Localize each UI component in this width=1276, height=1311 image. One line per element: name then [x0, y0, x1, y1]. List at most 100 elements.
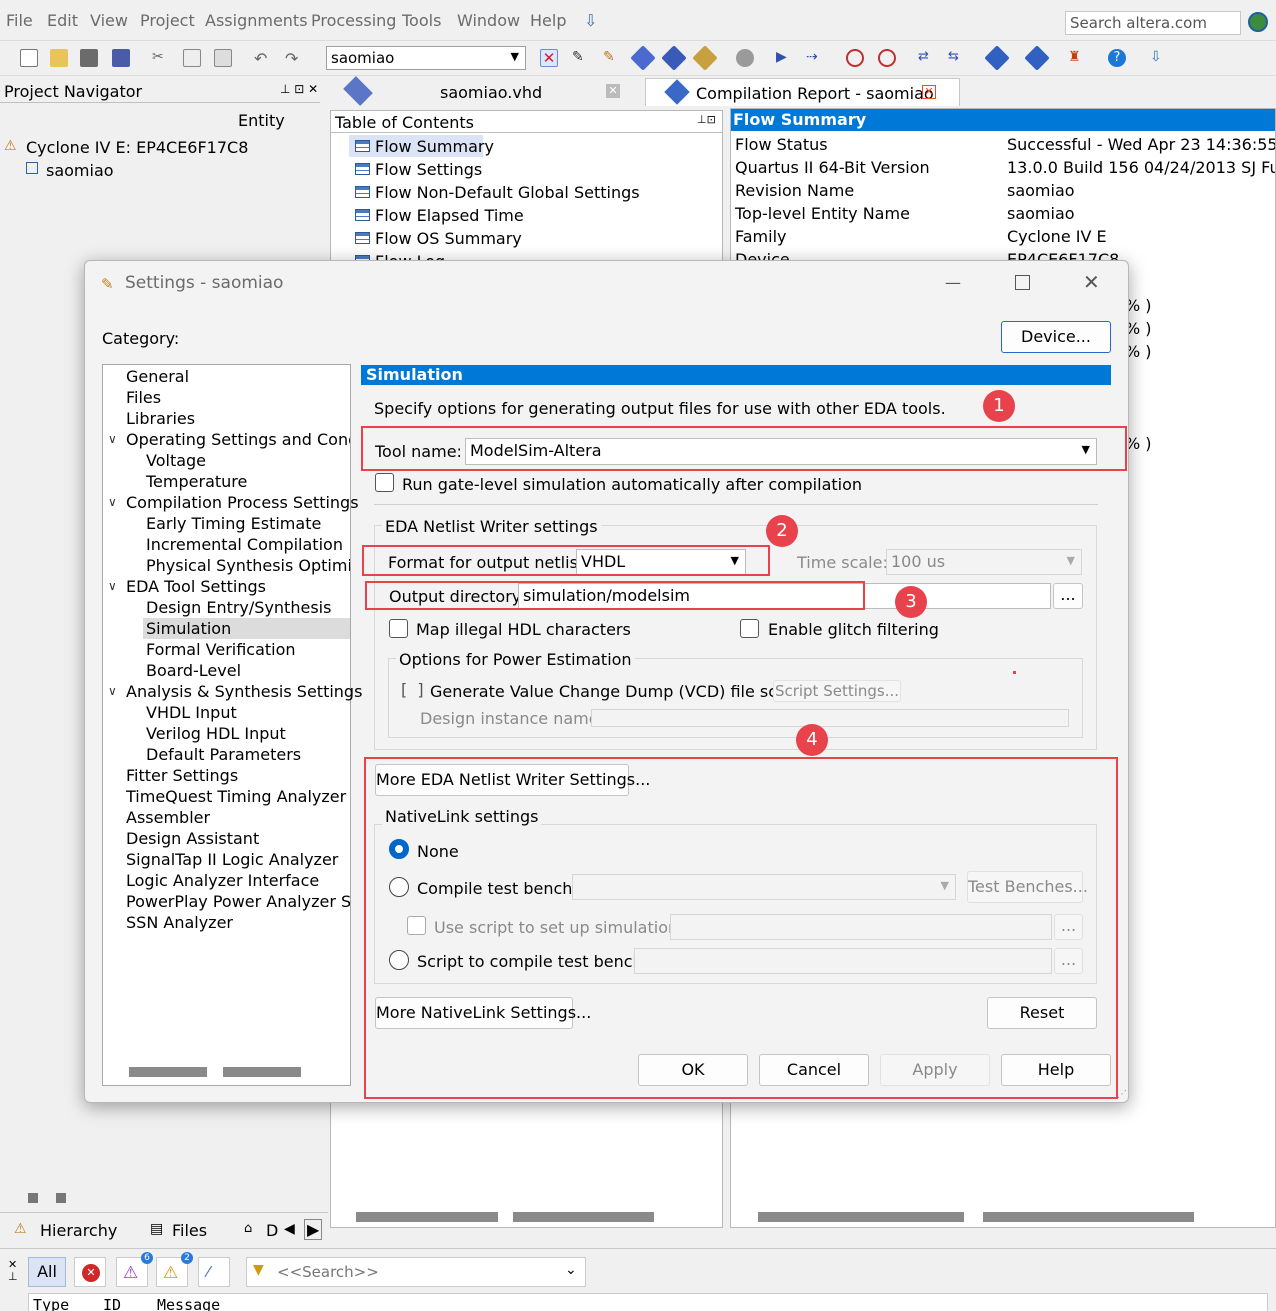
tab-saomiao-vhd[interactable]: saomiao.vhd ✕: [328, 76, 638, 106]
minimize-icon[interactable]: —: [945, 273, 961, 292]
tree-item-simulation[interactable]: Simulation: [146, 619, 231, 638]
menu-file[interactable]: File: [6, 11, 33, 30]
analysis-icon[interactable]: [661, 45, 687, 71]
rtl-viewer-icon[interactable]: ⇄: [918, 49, 936, 67]
pin-icon[interactable]: ⊥ ⊡ ✕: [280, 82, 318, 96]
tab-scroll-right-icon[interactable]: ▶: [304, 1219, 323, 1240]
tree-item-compilation-process[interactable]: Compilation Process Settings: [126, 493, 359, 512]
scrollbar[interactable]: [758, 1212, 964, 1222]
filter-error-button[interactable]: ✕: [74, 1257, 106, 1287]
new-icon[interactable]: [20, 49, 38, 67]
glitch-filtering-checkbox[interactable]: [740, 619, 759, 638]
globe-icon[interactable]: [1248, 12, 1268, 32]
tab-scroll-left-icon[interactable]: ◀: [284, 1221, 295, 1237]
chip-planner-icon[interactable]: ✕: [540, 49, 558, 67]
toc-item[interactable]: Flow Settings: [355, 160, 482, 179]
tree-item-analysis-synthesis[interactable]: Analysis & Synthesis Settings: [126, 682, 362, 701]
tree-item-signaltap[interactable]: SignalTap II Logic Analyzer: [126, 850, 338, 869]
copy-icon[interactable]: [183, 49, 201, 67]
col-id[interactable]: ID: [103, 1296, 121, 1311]
timing-icon[interactable]: [878, 49, 896, 67]
tab-compilation-report[interactable]: Compilation Report - saomiao ✕: [645, 78, 960, 106]
scrollbar[interactable]: [356, 1212, 498, 1222]
menu-edit[interactable]: Edit: [47, 11, 78, 30]
menu-window[interactable]: Window: [457, 11, 520, 30]
save-all-icon[interactable]: [112, 49, 130, 67]
vcd-checkbox[interactable]: [ ]: [401, 680, 424, 699]
redo-icon[interactable]: ↷: [285, 49, 303, 68]
tree-item-timequest[interactable]: TimeQuest Timing Analyzer: [126, 787, 346, 806]
tree-item-verilog-input[interactable]: Verilog HDL Input: [146, 724, 286, 743]
timescale-select[interactable]: 100 us ▼: [886, 549, 1082, 575]
toc-item[interactable]: Flow Elapsed Time: [355, 206, 524, 225]
tree-scrollbar[interactable]: [129, 1067, 207, 1077]
tree-item-libraries[interactable]: Libraries: [126, 409, 195, 428]
scrollbar[interactable]: [513, 1212, 654, 1222]
map-illegal-checkbox[interactable]: [389, 619, 408, 638]
signaltap-icon[interactable]: [1024, 45, 1050, 71]
filter-suppressed-button[interactable]: ⁄: [198, 1257, 230, 1287]
tree-item-assembler[interactable]: Assembler: [126, 808, 210, 827]
compile-icon[interactable]: [630, 45, 656, 71]
resize-grip-icon[interactable]: ⋰: [1117, 1089, 1127, 1100]
messages-close-icon[interactable]: ✕ ⊥: [8, 1259, 18, 1283]
assignment-editor-icon[interactable]: ✎: [572, 49, 590, 67]
tree-item-voltage[interactable]: Voltage: [146, 451, 206, 470]
whats-this-tool-icon[interactable]: ⇩: [1150, 49, 1168, 67]
toc-item[interactable]: Flow Summary: [355, 137, 494, 156]
paste-icon[interactable]: [214, 49, 232, 67]
tree-item-eda-tool[interactable]: EDA Tool Settings: [126, 577, 266, 596]
menu-assignments[interactable]: Assignments: [205, 11, 308, 30]
whats-this-icon[interactable]: ⇩: [584, 11, 597, 30]
browse-directory-button[interactable]: ...: [1053, 583, 1083, 609]
scroll-right-icon[interactable]: [56, 1193, 66, 1203]
script-settings-button[interactable]: Script Settings...: [773, 680, 901, 702]
col-type[interactable]: Type: [33, 1296, 69, 1311]
toc-item[interactable]: Flow OS Summary: [355, 229, 522, 248]
col-message[interactable]: Message: [157, 1296, 220, 1311]
tree-item-ssn-analyzer[interactable]: SSN Analyzer: [126, 913, 233, 932]
undo-icon[interactable]: ↶: [254, 49, 272, 68]
synthesis-icon[interactable]: [692, 45, 718, 71]
scrollbar[interactable]: [983, 1212, 1194, 1222]
message-search-combo[interactable]: ▼ <<Search>> ⌄: [246, 1257, 586, 1287]
tree-item-logic-analyzer-interface[interactable]: Logic Analyzer Interface: [126, 871, 319, 890]
pin-planner-icon[interactable]: ♜: [1068, 49, 1086, 67]
open-icon[interactable]: [50, 49, 68, 67]
stop-icon[interactable]: [736, 49, 754, 67]
project-combo[interactable]: saomiao ▼: [326, 46, 526, 70]
chevron-down-icon[interactable]: ∨: [108, 495, 117, 509]
tree-item-formal-verification[interactable]: Formal Verification: [146, 640, 296, 659]
tree-item-early-timing[interactable]: Early Timing Estimate: [146, 514, 321, 533]
menu-view[interactable]: View: [90, 11, 128, 30]
tree-item-vhdl-input[interactable]: VHDL Input: [146, 703, 237, 722]
filter-warning-button[interactable]: ⚠ 2: [156, 1252, 193, 1287]
tab-files[interactable]: Files: [172, 1221, 207, 1240]
search-input[interactable]: Search altera.com: [1065, 11, 1241, 35]
tree-item-incremental[interactable]: Incremental Compilation: [146, 535, 343, 554]
chevron-down-icon[interactable]: ∨: [108, 684, 117, 698]
tree-item-general[interactable]: General: [126, 367, 189, 386]
close-icon[interactable]: ✕: [606, 84, 620, 98]
run-gate-level-checkbox[interactable]: [375, 473, 394, 492]
programmer-icon[interactable]: [984, 45, 1010, 71]
tree-item-default-parameters[interactable]: Default Parameters: [146, 745, 301, 764]
chevron-down-icon[interactable]: ∨: [108, 432, 117, 446]
cut-icon[interactable]: ✂: [152, 49, 170, 67]
save-icon[interactable]: [80, 49, 98, 67]
tree-item-fitter[interactable]: Fitter Settings: [126, 766, 238, 785]
device-button[interactable]: Device...: [1001, 321, 1111, 353]
tree-item-physical-synthesis[interactable]: Physical Synthesis Optimizations: [146, 556, 350, 575]
tab-hierarchy[interactable]: Hierarchy: [40, 1221, 117, 1240]
filter-all-button[interactable]: All: [28, 1257, 66, 1287]
tree-item-design-entry[interactable]: Design Entry/Synthesis: [146, 598, 331, 617]
close-icon[interactable]: ✕: [1083, 270, 1100, 294]
close-icon[interactable]: ✕: [922, 85, 936, 99]
pin-icon[interactable]: ⊥⊡: [697, 113, 716, 126]
menu-processing[interactable]: Processing: [311, 11, 396, 30]
tech-map-icon[interactable]: ⇆: [948, 49, 966, 67]
settings-icon[interactable]: ✎: [603, 49, 621, 67]
menu-help[interactable]: Help: [530, 11, 566, 30]
chevron-down-icon[interactable]: ∨: [108, 579, 117, 593]
design-instance-input[interactable]: [591, 709, 1069, 727]
